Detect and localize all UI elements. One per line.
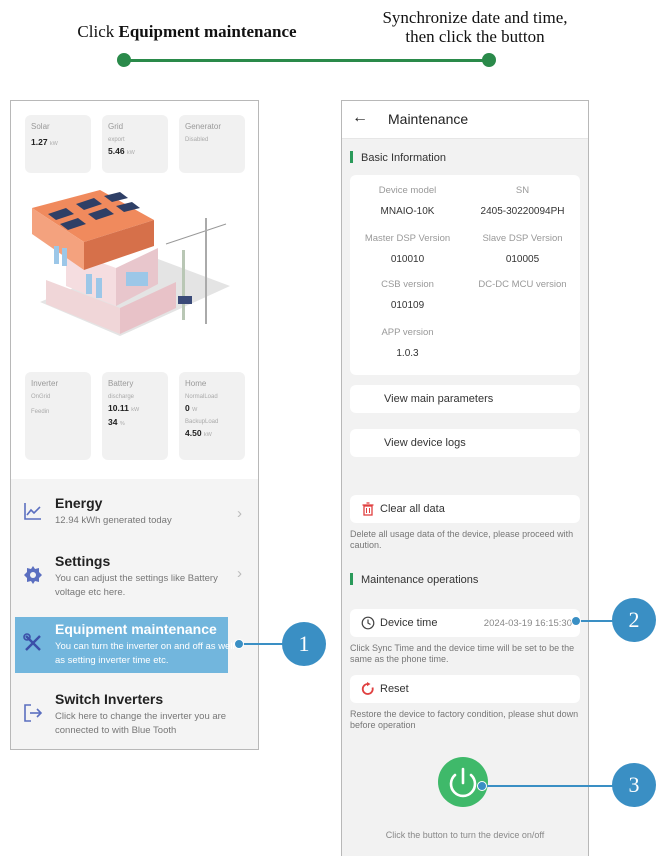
reset-note: Restore the device to factory condition,…	[350, 709, 579, 730]
inverter-tile[interactable]: Inverter OnGrid Feedin	[25, 372, 91, 460]
tools-icon	[23, 633, 41, 651]
step-2-dot	[482, 53, 496, 67]
solar-value: 1.27 kW	[31, 137, 58, 147]
callout-1: 1	[282, 622, 326, 666]
normal-load-value: 0 W	[185, 403, 198, 413]
callout-3-dot	[477, 781, 487, 791]
grid-status: export	[108, 137, 125, 143]
settings-title: Settings	[55, 553, 111, 569]
device-time-value: 2024-03-19 16:15:30	[483, 618, 572, 629]
sn-field: SN 2405-30220094PH	[480, 185, 565, 217]
clear-data-button[interactable]: Clear all data	[350, 495, 580, 523]
generator-tile[interactable]: Generator Disabled	[179, 115, 245, 173]
home-menu: Energy 12.94 kWh generated today › Setti…	[11, 479, 258, 749]
grid-title: Grid	[108, 122, 124, 131]
maintenance-ops-heading: Maintenance operations	[350, 573, 478, 586]
solar-title: Solar	[31, 122, 50, 131]
clear-data-label: Clear all data	[380, 503, 445, 515]
grid-tile[interactable]: Grid export 5.46 kW	[102, 115, 168, 173]
exit-icon	[24, 704, 43, 722]
menu-equipment-maintenance[interactable]: Equipment maintenance You can turn the i…	[11, 617, 258, 679]
backup-load-value: 4.50 kW	[185, 428, 212, 438]
gear-icon	[24, 566, 42, 584]
trash-icon	[362, 502, 374, 516]
menu-energy[interactable]: Energy 12.94 kWh generated today ›	[11, 491, 258, 553]
view-logs-button[interactable]: View device logs	[350, 429, 580, 457]
power-caption: Click the button to turn the device on/o…	[385, 830, 545, 840]
inverter-feed: Feedin	[31, 409, 50, 415]
dcdc-mcu-field: DC-DC MCU version	[478, 279, 567, 290]
slave-dsp-field: Slave DSP Version 010005	[482, 233, 563, 265]
solar-tile[interactable]: Solar 1.27 kW	[25, 115, 91, 173]
clear-data-note: Delete all usage data of the device, ple…	[350, 529, 574, 550]
device-time-note: Click Sync Time and the device time will…	[350, 643, 575, 664]
view-logs-label: View device logs	[384, 437, 466, 449]
step-1-dot	[117, 53, 131, 67]
view-parameters-label: View main parameters	[384, 393, 494, 405]
home-tile[interactable]: Home NormalLoad 0 W BackupLoad 4.50 kW	[179, 372, 245, 460]
maintenance-header: ← Maintenance	[342, 101, 588, 139]
maintenance-screen: ← Maintenance Basic Information Device m…	[341, 100, 589, 856]
reset-label: Reset	[380, 683, 409, 695]
device-model-field: Device model MNAIO-10K	[378, 185, 437, 217]
home-title: Home	[185, 379, 207, 388]
menu-settings[interactable]: Settings You can adjust the settings lik…	[11, 549, 258, 611]
page-title: Maintenance	[388, 111, 469, 127]
device-time-row[interactable]: Device time 2024-03-19 16:15:30	[350, 609, 580, 637]
backup-load-label: BackupLoad	[185, 419, 219, 425]
energy-title: Energy	[55, 495, 103, 511]
step-2-instruction: Synchronize date and time, then click the…	[382, 8, 568, 46]
maintenance-title: Equipment maintenance	[55, 621, 217, 637]
normal-load-label: NormalLoad	[185, 394, 218, 400]
switch-subtitle: Click here to change the inverter you ar…	[55, 711, 227, 736]
reset-icon	[361, 682, 374, 695]
reset-button[interactable]: Reset	[350, 675, 580, 703]
settings-subtitle: You can adjust the settings like Battery…	[55, 573, 218, 598]
app-version-field: APP version 1.0.3	[381, 327, 434, 359]
chevron-right-icon: ›	[237, 505, 242, 522]
basic-info-heading: Basic Information	[350, 151, 446, 164]
clock-icon	[361, 616, 375, 630]
battery-soc: 34 %	[108, 417, 125, 427]
maintenance-subtitle: You can turn the inverter on and off as …	[55, 641, 235, 666]
basic-info-card: Device model MNAIO-10K SN 2405-30220094P…	[350, 175, 580, 375]
inverter-title: Inverter	[31, 379, 59, 388]
energy-subtitle: 12.94 kWh generated today	[55, 515, 172, 526]
csb-version-field: CSB version 010109	[381, 279, 434, 311]
grid-value: 5.46 kW	[108, 146, 135, 156]
callout-3-line	[481, 785, 621, 787]
switch-title: Switch Inverters	[55, 691, 164, 707]
callout-3: 3	[612, 763, 656, 807]
battery-title: Battery	[108, 379, 134, 388]
callout-1-dot	[234, 639, 244, 649]
callout-2-dot	[571, 616, 581, 626]
battery-status: discharge	[108, 394, 135, 400]
back-arrow-icon[interactable]: ←	[352, 109, 368, 127]
house-illustration	[32, 190, 230, 336]
step-connector-line	[124, 59, 489, 62]
menu-switch-inverters[interactable]: Switch Inverters Click here to change th…	[11, 687, 258, 749]
view-parameters-button[interactable]: View main parameters	[350, 385, 580, 413]
master-dsp-field: Master DSP Version 010010	[364, 233, 451, 265]
callout-2: 2	[612, 598, 656, 642]
chevron-right-icon: ›	[237, 565, 242, 582]
battery-power: 10.11 kW	[108, 403, 140, 413]
generator-status: Disabled	[185, 137, 209, 143]
device-time-label: Device time	[380, 617, 438, 629]
chart-icon	[24, 503, 41, 520]
battery-tile[interactable]: Battery discharge 10.11 kW 34 %	[102, 372, 168, 460]
generator-title: Generator	[185, 122, 222, 131]
step-1-instruction: Click Equipment maintenance	[77, 22, 297, 41]
home-screen: Solar 1.27 kW Grid export 5.46 kW Genera…	[10, 100, 259, 750]
inverter-mode: OnGrid	[31, 394, 51, 400]
